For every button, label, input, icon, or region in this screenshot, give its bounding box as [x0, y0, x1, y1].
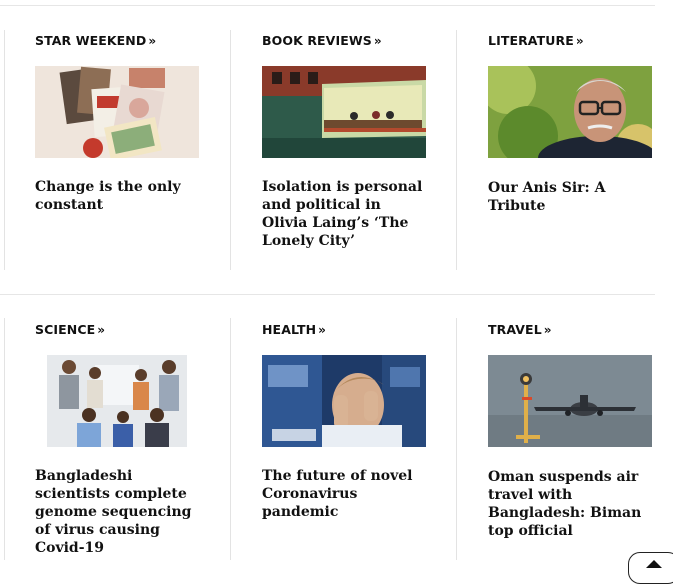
- back-to-top-button[interactable]: [628, 552, 673, 584]
- article-headline[interactable]: Isolation is personal and political in O…: [262, 178, 430, 250]
- category-label: BOOK REVIEWS: [262, 33, 372, 48]
- article-headline[interactable]: Our Anis Sir: A Tribute: [488, 179, 656, 215]
- column-divider: [456, 30, 457, 270]
- category-label: TRAVEL: [488, 322, 542, 337]
- top-divider: [0, 5, 655, 6]
- category-link-health[interactable]: HEALTH»: [262, 322, 327, 338]
- double-chevron-right-icon: »: [97, 323, 106, 337]
- double-chevron-right-icon: »: [575, 34, 584, 48]
- article-thumbnail-portrait[interactable]: [488, 66, 652, 158]
- category-label: LITERATURE: [488, 33, 574, 48]
- article-thumbnail-nighthawks[interactable]: [262, 66, 426, 158]
- category-link-star-weekend[interactable]: STAR WEEKEND»: [35, 33, 157, 49]
- column-divider: [230, 30, 231, 270]
- article-thumbnail-airplane[interactable]: [488, 355, 652, 447]
- article-thumbnail-scientists[interactable]: [35, 355, 199, 447]
- double-chevron-right-icon: »: [148, 34, 157, 48]
- category-label: STAR WEEKEND: [35, 33, 147, 48]
- double-chevron-right-icon: »: [543, 323, 552, 337]
- category-link-travel[interactable]: TRAVEL»: [488, 322, 552, 338]
- article-headline[interactable]: The future of novel Coronavirus pandemic: [262, 467, 430, 521]
- column-divider: [4, 318, 5, 560]
- category-link-literature[interactable]: LITERATURE»: [488, 33, 584, 49]
- category-label: SCIENCE: [35, 322, 96, 337]
- double-chevron-right-icon: »: [373, 34, 382, 48]
- category-link-book-reviews[interactable]: BOOK REVIEWS»: [262, 33, 382, 49]
- column-divider: [230, 318, 231, 560]
- column-divider: [456, 318, 457, 560]
- chevron-up-icon: [646, 560, 662, 568]
- article-thumbnail-magazines[interactable]: [35, 66, 199, 158]
- article-thumbnail-trader[interactable]: [262, 355, 426, 447]
- article-headline[interactable]: Change is the only constant: [35, 178, 203, 214]
- row-divider: [0, 294, 655, 295]
- article-headline[interactable]: Oman suspends air travel with Bangladesh…: [488, 468, 656, 540]
- double-chevron-right-icon: »: [318, 323, 327, 337]
- category-label: HEALTH: [262, 322, 317, 337]
- article-headline[interactable]: Bangladeshi scientists complete genome s…: [35, 467, 203, 557]
- column-divider: [4, 30, 5, 270]
- category-link-science[interactable]: SCIENCE»: [35, 322, 106, 338]
